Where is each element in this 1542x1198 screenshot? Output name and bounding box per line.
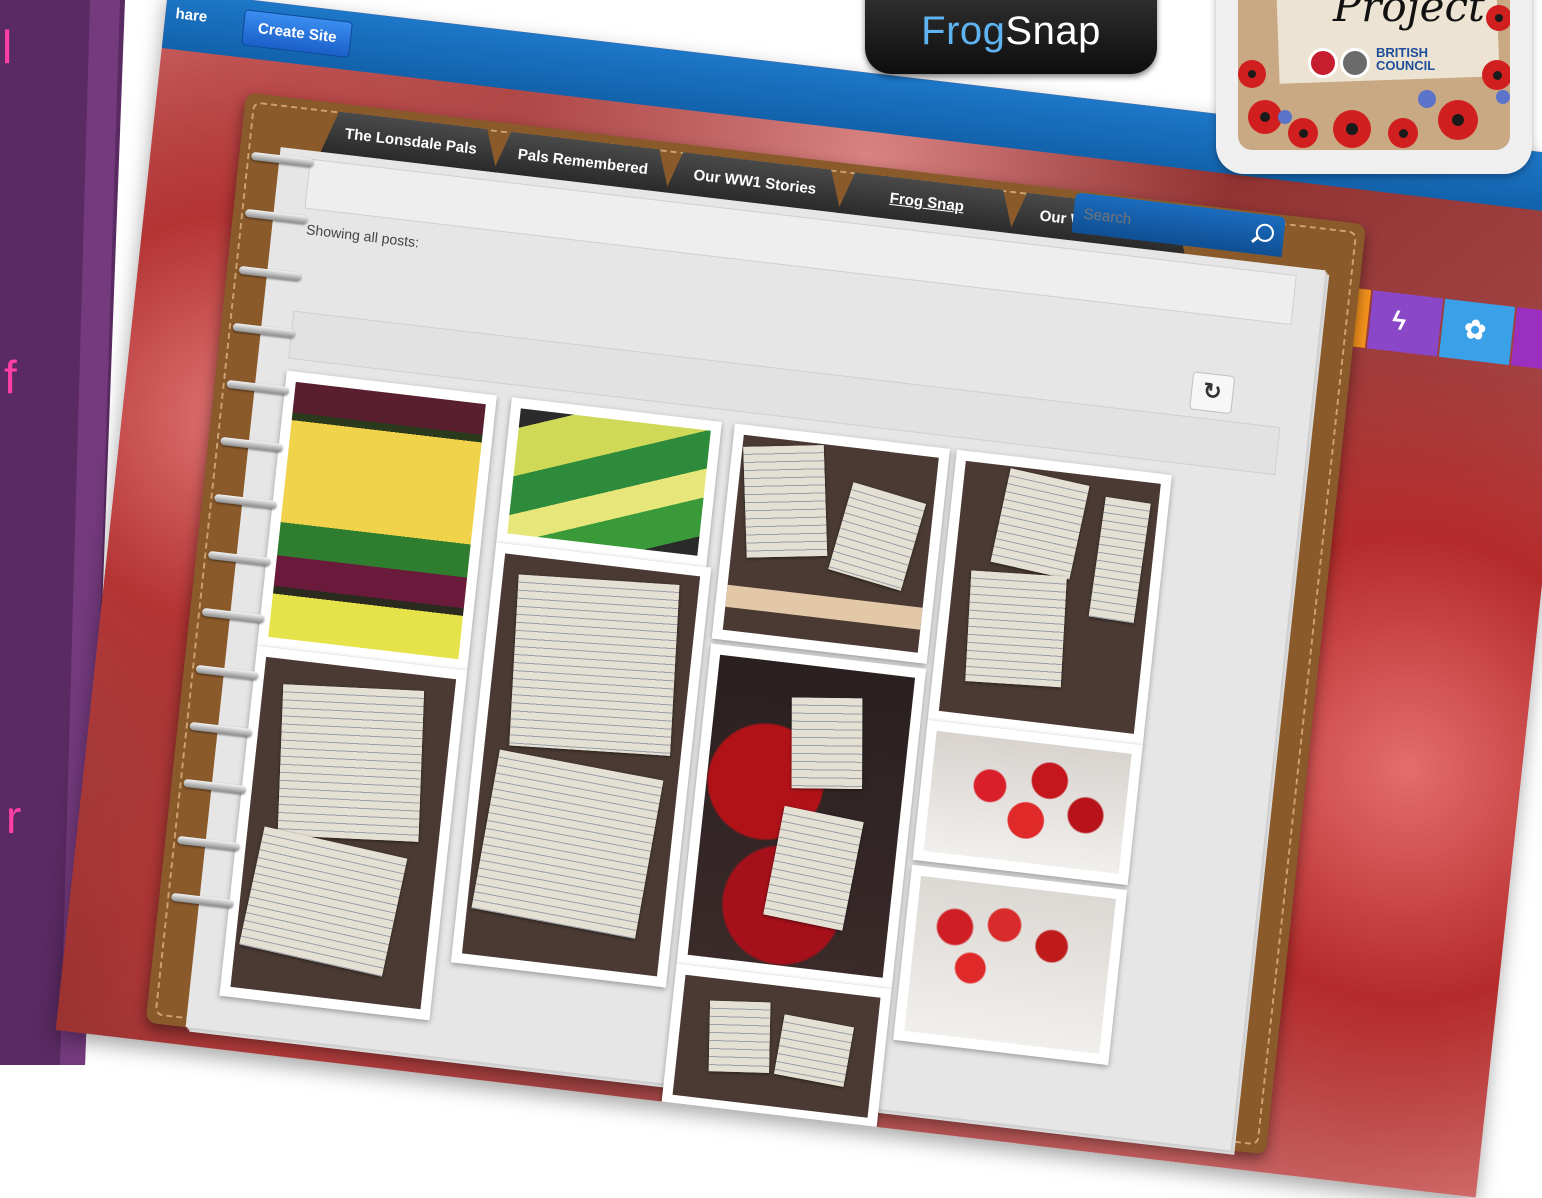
refresh-button[interactable]: ↻ <box>1189 371 1236 415</box>
project-logo: Project BRITISH COUNCIL <box>1216 0 1532 174</box>
poppy-icon <box>1288 118 1318 148</box>
poppy-icon <box>1238 60 1266 88</box>
cornflower-icon <box>1418 90 1436 108</box>
create-site-button[interactable]: Create Site <box>241 9 354 58</box>
recycle-tile[interactable]: ✿ <box>1438 298 1516 365</box>
emblem-icon <box>1308 48 1338 78</box>
british-council-line-2: COUNCIL <box>1376 58 1436 73</box>
post-photo-letters-5[interactable] <box>661 963 892 1129</box>
lightning-icon: ϟ <box>1390 304 1408 337</box>
poppy-icon <box>1388 118 1418 148</box>
post-photo-painting-1[interactable] <box>257 370 497 671</box>
post-photo-letters-2[interactable] <box>927 449 1172 746</box>
poppy-letters-image <box>687 654 916 978</box>
ceramic-poppies-image <box>923 730 1132 874</box>
poppy-icon <box>1482 60 1510 90</box>
ceramic-poppies-stems-image <box>904 875 1117 1054</box>
showing-all-posts-label: Showing all posts: <box>305 221 420 251</box>
poppy-icon <box>1248 100 1282 134</box>
notebook: The Lonsdale Pals Pals Remembered Our WW… <box>145 92 1367 1155</box>
letters-image <box>672 974 881 1118</box>
frogsnap-logo-frog: Frog <box>921 8 1006 53</box>
post-photo-poppies-1[interactable] <box>912 719 1143 886</box>
post-photo-letters-3[interactable] <box>219 645 468 1021</box>
poppy-icon <box>1438 100 1478 140</box>
frogsnap-logo-snap: Snap <box>1005 8 1101 53</box>
share-link[interactable]: hare <box>175 5 209 26</box>
post-photo-poppy-cloth[interactable] <box>676 643 927 989</box>
frogsnap-logo-badge: Frog Snap <box>865 0 1157 74</box>
cornflower-icon <box>1496 90 1510 104</box>
project-logo-word: Project <box>1333 0 1485 31</box>
letters-image <box>230 656 457 1010</box>
letters-image <box>938 460 1161 734</box>
notebook-page: The Lonsdale Pals Pals Remembered Our WW… <box>185 147 1326 1151</box>
poppy-icon <box>1486 5 1510 31</box>
post-photo-painting-2[interactable] <box>496 397 722 567</box>
poppy-icon <box>1333 110 1371 148</box>
partial-tile[interactable] <box>1510 307 1542 374</box>
letters-image <box>722 434 939 653</box>
post-photo-letters-1[interactable] <box>711 423 950 664</box>
project-logo-paper: Project BRITISH COUNCIL <box>1238 0 1510 150</box>
search-icon[interactable] <box>1254 222 1275 243</box>
letters-image <box>461 553 701 977</box>
cornflower-icon <box>1278 110 1292 124</box>
recycle-icon: ✿ <box>1462 313 1488 346</box>
painting-image <box>268 381 486 660</box>
medal-icon <box>1340 48 1370 78</box>
lightning-tile[interactable]: ϟ <box>1366 290 1444 357</box>
british-council-logo: BRITISH COUNCIL <box>1376 46 1435 72</box>
post-photo-poppies-2[interactable] <box>893 864 1128 1066</box>
painting-image <box>507 408 711 556</box>
post-photo-letters-4[interactable] <box>450 542 712 988</box>
frog-site-screen: hare Create Site ⌂ ϟ ✿ The Lonsdale Pals… <box>55 0 1542 1198</box>
